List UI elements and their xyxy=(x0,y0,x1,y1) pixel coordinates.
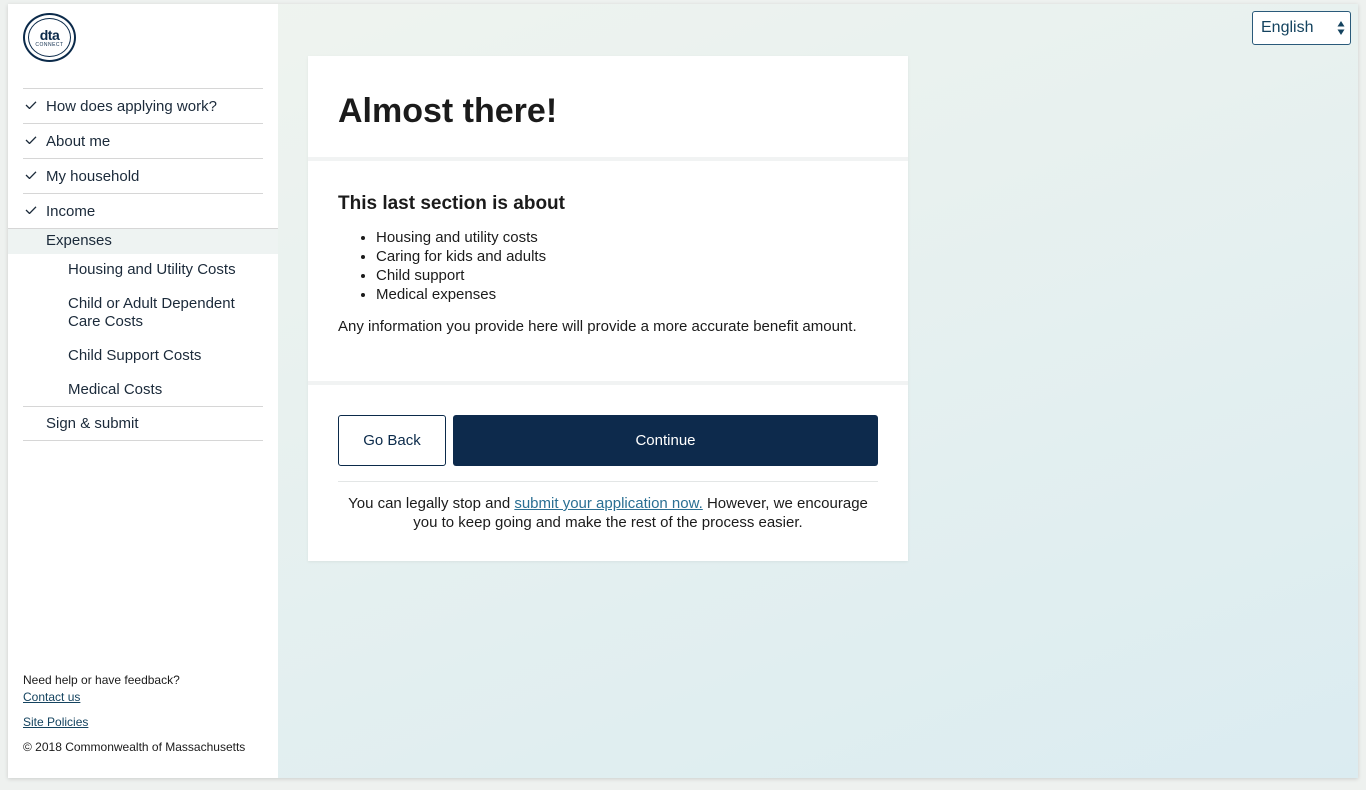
nav-item-income[interactable]: Income xyxy=(23,193,263,228)
checkmark-icon xyxy=(25,171,37,179)
nav-item-how-applying-works[interactable]: How does applying work? xyxy=(23,88,263,123)
select-arrows-icon xyxy=(1337,21,1345,35)
nav-item-label: Income xyxy=(46,202,96,220)
card-header: Almost there! xyxy=(308,56,908,161)
logo-subtext: CONNECT xyxy=(35,41,64,48)
contact-us-link[interactable]: Contact us xyxy=(23,689,245,706)
note-prefix: You can legally stop and xyxy=(348,495,515,512)
card-actions: Go Back Continue You can legally stop an… xyxy=(308,385,908,561)
sidebar: dta CONNECT How does applying work? Abou… xyxy=(8,4,278,778)
checkmark-icon xyxy=(25,101,37,109)
language-selected-value: English xyxy=(1261,19,1314,36)
checkmark-icon xyxy=(25,136,37,144)
nav-item-label: Expenses xyxy=(46,232,112,249)
sub-item-housing-utility[interactable]: Housing and Utility Costs xyxy=(8,261,278,279)
section-heading: This last section is about xyxy=(338,193,565,214)
progress-nav: How does applying work? About me My hous… xyxy=(8,88,278,441)
dta-connect-logo[interactable]: dta CONNECT xyxy=(23,13,76,62)
sub-item-medical-costs[interactable]: Medical Costs xyxy=(8,381,278,399)
nav-item-label: My household xyxy=(46,167,140,185)
sidebar-footer: Need help or have feedback? Contact us S… xyxy=(23,672,245,756)
logo-ring: dta CONNECT xyxy=(28,18,71,57)
app-window: dta CONNECT How does applying work? Abou… xyxy=(8,4,1358,778)
logo-text: dta xyxy=(39,26,60,43)
section-topics-list: Housing and utility costs Caring for kid… xyxy=(376,228,546,304)
list-item: Caring for kids and adults xyxy=(376,247,546,266)
continue-button[interactable]: Continue xyxy=(453,415,878,466)
sub-item-dependent-care[interactable]: Child or Adult Dependent Care Costs xyxy=(8,295,278,331)
site-policies-link[interactable]: Site Policies xyxy=(23,714,245,731)
list-item: Medical expenses xyxy=(376,285,546,304)
submit-application-now-link[interactable]: submit your application now. xyxy=(514,495,702,512)
help-text: Need help or have feedback? xyxy=(23,673,180,687)
submit-now-note: You can legally stop and submit your app… xyxy=(338,494,878,532)
card-content: This last section is about Housing and u… xyxy=(308,161,908,385)
main-card: Almost there! This last section is about… xyxy=(308,56,908,561)
list-item: Child support xyxy=(376,266,546,285)
nav-item-label: About me xyxy=(46,132,111,150)
divider xyxy=(338,481,878,482)
nav-item-sign-submit[interactable]: Sign & submit xyxy=(23,406,263,441)
nav-item-about-me[interactable]: About me xyxy=(23,123,263,158)
language-select[interactable]: English xyxy=(1252,11,1351,45)
copyright-text: © 2018 Commonwealth of Massachusetts xyxy=(23,740,246,754)
nav-item-label: Sign & submit xyxy=(46,415,139,432)
nav-item-expenses[interactable]: Expenses xyxy=(8,228,278,254)
sub-item-child-support[interactable]: Child Support Costs xyxy=(8,347,278,365)
nav-item-label: How does applying work? xyxy=(46,97,217,115)
nav-item-my-household[interactable]: My household xyxy=(23,158,263,193)
info-text: Any information you provide here will pr… xyxy=(338,318,857,335)
checkmark-icon xyxy=(25,206,37,214)
go-back-button[interactable]: Go Back xyxy=(338,415,446,466)
page-title: Almost there! xyxy=(338,92,558,130)
list-item: Housing and utility costs xyxy=(376,228,546,247)
